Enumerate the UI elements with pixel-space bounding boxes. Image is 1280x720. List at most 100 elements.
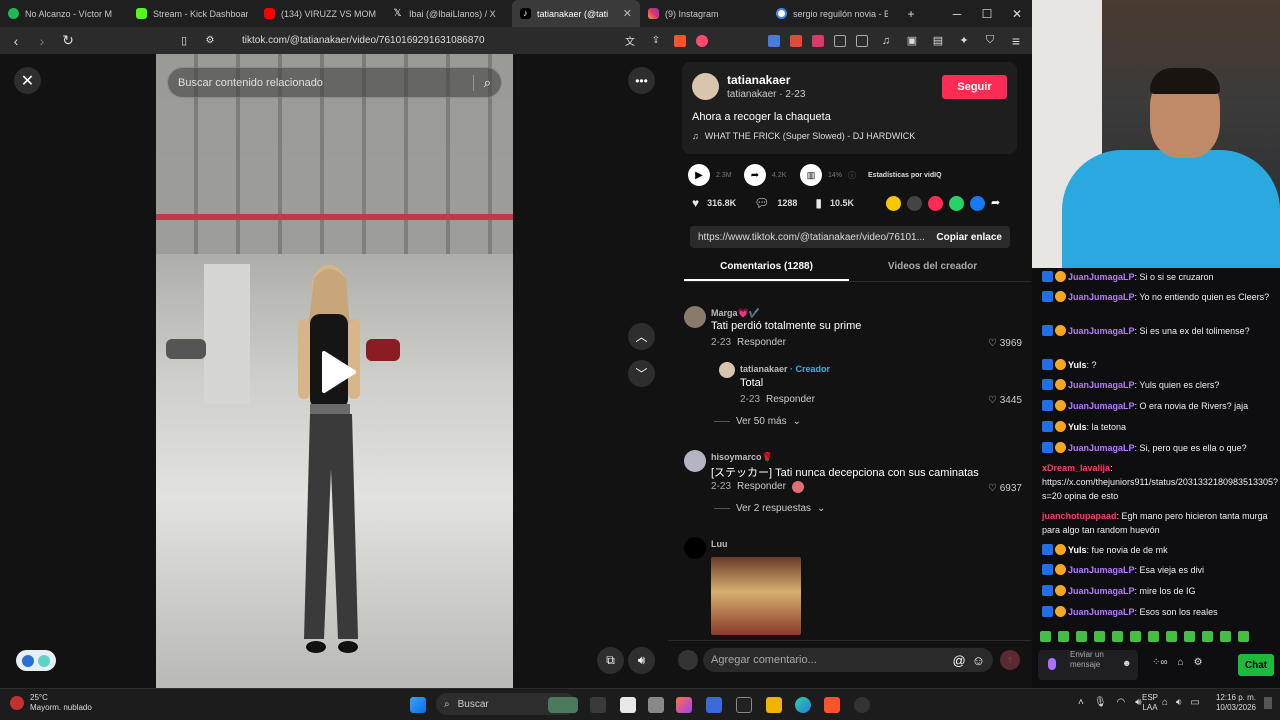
chat-send-button[interactable]: Chat: [1238, 654, 1274, 676]
emote-icon[interactable]: [1094, 631, 1105, 642]
bookmark-icon[interactable]: ▮: [815, 196, 822, 210]
share-arrow-icon[interactable]: ➦: [991, 196, 1000, 211]
related-search-box[interactable]: ⌕: [167, 67, 502, 98]
chat-username[interactable]: JuanJumagaLP: [1068, 607, 1135, 617]
chat-username[interactable]: JuanJumagaLP: [1068, 272, 1135, 282]
emote-icon[interactable]: [1076, 631, 1087, 642]
terminal-icon[interactable]: [736, 697, 752, 713]
comment-like-button[interactable]: ♡ 3969: [988, 338, 1022, 349]
emote-icon[interactable]: [1130, 631, 1141, 642]
chat-username[interactable]: JuanJumagaLP: [1068, 326, 1135, 336]
url-field[interactable]: tiktok.com/@tatianakaer/video/7610169291…: [242, 35, 612, 46]
mic-icon[interactable]: [1048, 658, 1056, 670]
bookmark-icon[interactable]: ▯: [176, 34, 192, 47]
mention-icon[interactable]: @: [953, 653, 966, 668]
brave-rewards-icon[interactable]: [696, 34, 708, 47]
comment-image-sticker[interactable]: [711, 557, 801, 635]
emote-icon[interactable]: [1166, 631, 1177, 642]
extension-icon[interactable]: [812, 34, 824, 47]
extension-icon[interactable]: [768, 34, 780, 47]
app-icon[interactable]: [620, 697, 636, 713]
comment-like-button[interactable]: ♡ 6937: [988, 483, 1022, 494]
author-username[interactable]: tatianakaer: [727, 73, 790, 87]
emote-icon[interactable]: [1148, 631, 1159, 642]
wallet-icon[interactable]: ▤: [930, 34, 946, 47]
speaker-icon[interactable]: 🔉︎: [1176, 697, 1182, 708]
new-tab-button[interactable]: +: [896, 7, 926, 21]
chat-username[interactable]: JuanJumagaLP: [1068, 565, 1135, 575]
heart-icon[interactable]: ♥: [692, 196, 699, 210]
share-link[interactable]: https://www.tiktok.com/@tatianakaer/vide…: [698, 232, 936, 243]
mic-icon[interactable]: 🎙︎: [1094, 697, 1107, 708]
close-tab-icon[interactable]: ✕: [623, 7, 632, 20]
chat-username[interactable]: xDream_lavalija: [1042, 463, 1110, 473]
network-icon[interactable]: ⌂: [1162, 697, 1168, 708]
gear-icon[interactable]: ⚙: [1194, 657, 1203, 668]
tab-creator-videos[interactable]: Videos del creador: [850, 261, 1015, 272]
tray-chevron-up-icon[interactable]: ˄: [1078, 697, 1084, 708]
commenter-avatar[interactable]: [684, 450, 706, 472]
extension-icon[interactable]: [856, 34, 868, 47]
widgets-icon[interactable]: [548, 697, 578, 713]
search-icon[interactable]: ⌕: [472, 74, 491, 91]
back-icon[interactable]: ‹: [8, 33, 24, 49]
browser-tab-active[interactable]: ♪ tatianakaer (@tati ✕: [512, 0, 640, 27]
post-comment-button[interactable]: ↑: [1000, 650, 1020, 670]
brave-icon[interactable]: [824, 697, 840, 713]
commenter-avatar[interactable]: [684, 306, 706, 328]
chat-username[interactable]: JuanJumagaLP: [1068, 443, 1135, 453]
whatsapp-icon[interactable]: [949, 196, 964, 211]
coin-share-icon[interactable]: [886, 196, 901, 211]
view-more-replies[interactable]: Ver 2 respuestas ⌄: [714, 503, 825, 514]
browser-tab[interactable]: (9) Instagram: [640, 0, 768, 27]
chat-store-icon[interactable]: ⌂: [1178, 657, 1184, 668]
reply-like-button[interactable]: ♡ 3445: [988, 395, 1022, 406]
chat-username[interactable]: Yuls: [1068, 545, 1087, 555]
emote-icon[interactable]: [1238, 631, 1249, 642]
file-explorer-icon[interactable]: [766, 697, 782, 713]
translate-icon[interactable]: 文: [622, 33, 638, 48]
volume-button[interactable]: 🔊︎: [628, 647, 655, 674]
chat-username[interactable]: JuanJumagaLP: [1068, 586, 1135, 596]
reply-username[interactable]: tatianakaer: [740, 364, 788, 374]
previous-video-button[interactable]: ︿: [628, 323, 655, 350]
weather-widget[interactable]: 25°C Mayorm. nublado: [10, 693, 92, 713]
browser-tab[interactable]: Stream - Kick Dashboar: [128, 0, 256, 27]
volume-icon[interactable]: 🔊︎: [1135, 697, 1141, 708]
comment-input-box[interactable]: @ ☺: [703, 648, 993, 672]
floating-app-badge[interactable]: [16, 650, 56, 671]
info-icon[interactable]: ⓘ: [848, 170, 856, 181]
emoji-icon[interactable]: ☺: [972, 653, 985, 668]
clock[interactable]: 12:16 p. m. 10/03/2026: [1206, 693, 1256, 713]
obs-icon[interactable]: [854, 697, 870, 713]
video-player[interactable]: [156, 54, 513, 688]
vpn-icon[interactable]: ⛉: [982, 34, 998, 47]
chat-emote-icon[interactable]: ☻: [1122, 658, 1131, 668]
embed-icon[interactable]: [907, 196, 922, 211]
extension-icon[interactable]: [834, 34, 846, 47]
reply-button[interactable]: Responder: [766, 394, 815, 405]
maximize-icon[interactable]: ☐: [972, 7, 1002, 21]
follow-button[interactable]: Seguir: [942, 75, 1007, 99]
chat-input-box[interactable]: Enviar un mensaje ☻: [1038, 650, 1138, 680]
chat-username[interactable]: JuanJumagaLP: [1068, 380, 1135, 390]
chat-input-placeholder[interactable]: Enviar un mensaje: [1070, 650, 1120, 670]
chat-username[interactable]: juanchotupapaad: [1042, 511, 1117, 521]
commenter-avatar[interactable]: [684, 537, 706, 559]
emote-icon[interactable]: [1202, 631, 1213, 642]
app-icon[interactable]: [648, 697, 664, 713]
reply-avatar[interactable]: [719, 362, 735, 378]
comment-username[interactable]: Luu: [711, 539, 728, 549]
reload-icon[interactable]: ↻: [60, 32, 76, 49]
browser-tab[interactable]: (134) VIRUZZ VS MOMO |: [256, 0, 384, 27]
view-more-replies[interactable]: Ver 50 más ⌄: [714, 416, 801, 427]
browser-tab[interactable]: No Alcanzo - Víctor M: [0, 0, 128, 27]
emote-icon[interactable]: [1184, 631, 1195, 642]
windows-start-icon[interactable]: [410, 697, 426, 713]
forward-icon[interactable]: ›: [34, 33, 50, 49]
comment-icon[interactable]: 💬︎: [754, 196, 769, 210]
language-indicator[interactable]: ESP LAA: [1142, 693, 1158, 713]
emote-icon[interactable]: [1058, 631, 1069, 642]
copy-link-button[interactable]: Copiar enlace: [936, 232, 1002, 243]
brave-shields-icon[interactable]: [674, 34, 686, 47]
